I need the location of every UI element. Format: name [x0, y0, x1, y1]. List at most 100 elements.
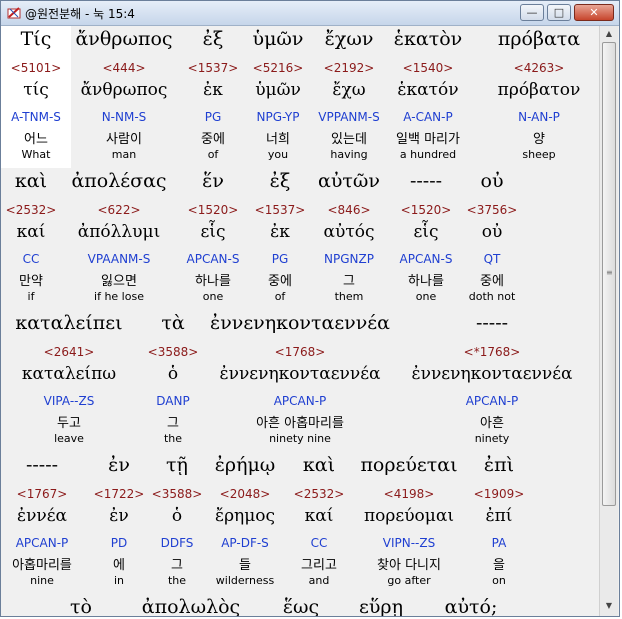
greek-word[interactable]: αὐτό;: [445, 596, 498, 616]
english-gloss: nine: [30, 574, 54, 587]
greek-word[interactable]: -----: [26, 454, 58, 476]
korean-gloss: 하나를: [408, 274, 444, 289]
korean-gloss: 에: [113, 558, 125, 573]
lemma: ἔχω: [332, 80, 366, 100]
english-gloss: in: [113, 574, 125, 587]
greek-word[interactable]: πορεύεται: [360, 454, 457, 476]
strong-number: <1722>: [93, 487, 145, 501]
greek-word[interactable]: Τίς: [21, 28, 52, 50]
lemma: ἐννενηκονταεννέα: [219, 364, 381, 384]
title-bar[interactable]: @원전분해 - 눅 15:4 — □ ✕: [1, 1, 619, 26]
maximize-button[interactable]: □: [547, 4, 571, 21]
korean-gloss: 너희: [266, 132, 290, 147]
english-gloss: on: [492, 574, 506, 587]
english-gloss: a hundred: [399, 148, 457, 161]
parsing-code: VIPA--ZS: [43, 394, 95, 408]
lemma: ὑμῶν: [255, 80, 301, 100]
korean-gloss: 그리고: [301, 558, 337, 573]
greek-word[interactable]: ἐννενηκονταεννέα: [210, 312, 390, 334]
english-gloss: sheep: [522, 148, 556, 161]
lemma: εἷς: [200, 222, 226, 242]
strong-number: <2641>: [43, 345, 95, 359]
greek-word[interactable]: ἐξ: [203, 28, 224, 50]
greek-word[interactable]: ἐπὶ: [484, 454, 514, 476]
korean-gloss: 있는데: [331, 132, 367, 147]
english-gloss: leave: [54, 432, 84, 445]
strong-number: <1537>: [187, 61, 239, 75]
parsing-code: CC: [310, 536, 328, 550]
korean-gloss: 어느: [24, 132, 48, 147]
parsing-code: APCAN-P: [273, 394, 327, 408]
greek-word[interactable]: ἀπολέσας: [71, 170, 166, 192]
strong-number: <2532>: [293, 487, 345, 501]
english-gloss: What: [21, 148, 51, 161]
greek-word[interactable]: καὶ: [303, 454, 335, 476]
scroll-grip-icon: ≡: [606, 268, 613, 277]
vertical-scrollbar[interactable]: ▲ ≡ ▼: [599, 26, 618, 616]
greek-word[interactable]: τὸ: [70, 596, 92, 616]
strong-number: <1537>: [254, 203, 306, 217]
parsing-code: QT: [483, 252, 501, 266]
greek-word[interactable]: ἐρήμῳ: [215, 454, 276, 476]
parsing-code: APCAN-S: [186, 252, 240, 266]
english-gloss: doth not: [468, 290, 516, 303]
english-gloss: them: [334, 290, 364, 303]
scroll-down-arrow-icon[interactable]: ▼: [603, 600, 615, 612]
korean-gloss: 사람이: [106, 132, 142, 147]
greek-word[interactable]: ἀπολωλὸς: [142, 596, 240, 616]
parsing-code: VIPN--ZS: [382, 536, 436, 550]
english-gloss: having: [330, 148, 368, 161]
greek-word[interactable]: -----: [410, 170, 442, 192]
greek-word[interactable]: πρόβατα: [498, 28, 580, 50]
lemma: ἐννενηκονταεννέα: [411, 364, 573, 384]
greek-word[interactable]: καὶ: [15, 170, 47, 192]
greek-word[interactable]: ἑκατὸν: [394, 28, 462, 50]
korean-gloss: 을: [493, 558, 505, 573]
lemma: ἀπόλλυμι: [77, 222, 161, 242]
greek-word[interactable]: αὐτῶν: [318, 170, 380, 192]
korean-gloss: 잃으면: [101, 274, 137, 289]
korean-gloss: 하나를: [195, 274, 231, 289]
korean-gloss: 찾아 다니지: [377, 558, 441, 573]
strong-number: <444>: [102, 61, 146, 75]
strong-number: <3756>: [466, 203, 518, 217]
english-gloss: the: [167, 574, 187, 587]
minimize-button[interactable]: —: [520, 4, 544, 21]
greek-word[interactable]: ἐν: [108, 454, 130, 476]
lemma: πορεύομαι: [364, 506, 454, 526]
greek-word[interactable]: -----: [476, 312, 508, 334]
korean-gloss: 아홉마리를: [12, 558, 72, 573]
english-gloss: go after: [387, 574, 431, 587]
greek-word[interactable]: ὑμῶν: [253, 28, 304, 50]
close-button[interactable]: ✕: [574, 4, 614, 21]
greek-word[interactable]: καταλείπει: [15, 312, 122, 334]
korean-gloss: 만약: [19, 274, 43, 289]
greek-word[interactable]: ἕν: [202, 170, 224, 192]
parsing-code: NPGNZP: [324, 252, 374, 266]
strong-number: <3588>: [151, 487, 203, 501]
scroll-thumb[interactable]: ≡: [602, 42, 616, 506]
greek-word[interactable]: εὕρῃ: [359, 596, 403, 616]
greek-word[interactable]: οὐ: [481, 170, 504, 192]
english-gloss: and: [308, 574, 330, 587]
greek-word[interactable]: ἄνθρωπος: [75, 28, 172, 50]
greek-word[interactable]: ἔχων: [325, 28, 374, 50]
greek-word[interactable]: ἕως: [283, 596, 319, 616]
strong-number: <3588>: [147, 345, 199, 359]
strong-number: <2192>: [323, 61, 375, 75]
korean-gloss: 두고: [57, 416, 81, 431]
greek-word[interactable]: ἐξ: [270, 170, 291, 192]
scroll-up-arrow-icon[interactable]: ▲: [603, 28, 615, 40]
english-gloss: you: [267, 148, 289, 161]
parsing-code: PG: [271, 252, 289, 266]
korean-gloss: 양: [533, 132, 545, 147]
interlinear-view[interactable]: Τίς <5101> τίς A-TNM-S 어느 What ἄνθρωπος <444> ἄν…: [1, 26, 599, 616]
lemma: ὁ: [167, 364, 179, 384]
greek-word[interactable]: τὰ: [161, 312, 184, 334]
parsing-code: VPAANM-S: [87, 252, 151, 266]
lemma: ἑκατόν: [397, 80, 459, 100]
strong-number: <5101>: [10, 61, 62, 75]
english-gloss: one: [202, 290, 224, 303]
greek-word[interactable]: τῇ: [166, 454, 188, 476]
parsing-code: AP-DF-S: [221, 536, 269, 550]
